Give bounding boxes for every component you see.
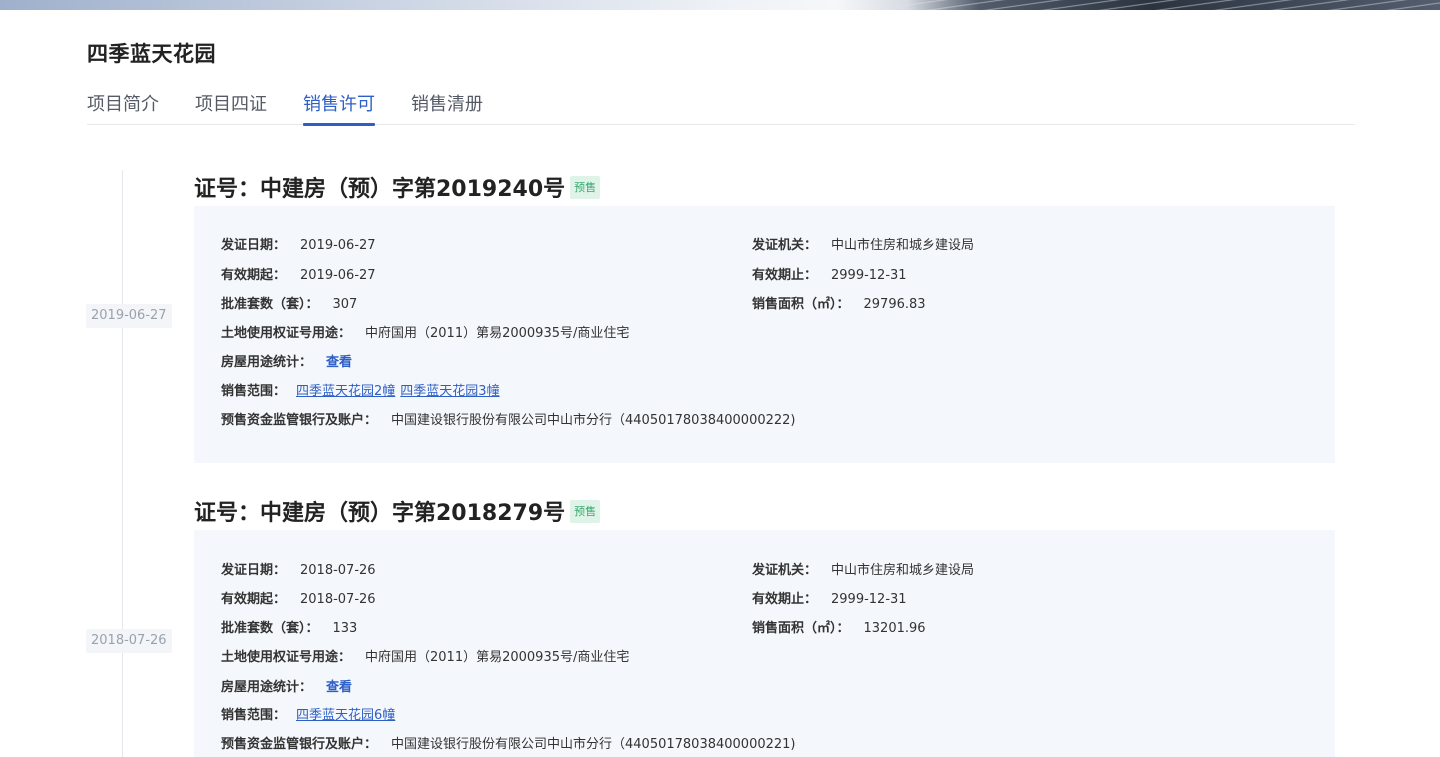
sales-scope-label: 销售范围： — [221, 384, 287, 399]
view-usage-link[interactable]: 查看 — [326, 355, 352, 370]
valid-to-label: 有效期止： — [752, 268, 818, 283]
sales-scope-row: 销售范围： 四季蓝天花园2幢 四季蓝天花园3幢 — [221, 380, 500, 399]
valid-to-value: 2999-12-31 — [831, 592, 907, 607]
bank-account-row: 预售资金监管银行及账户： 中国建设银行股份有限公司中山市分行（4405017803… — [221, 733, 796, 752]
usage-stats-label: 房屋用途统计： — [221, 680, 313, 695]
certificate-number: 证号：中建房（预）字第2018279号 — [194, 501, 566, 526]
tab-sales-list[interactable]: 销售清册 — [411, 90, 483, 125]
usage-stats-row: 房屋用途统计： 查看 — [221, 676, 352, 695]
valid-from-value: 2019-06-27 — [300, 268, 376, 283]
bank-account-row: 预售资金监管银行及账户： 中国建设银行股份有限公司中山市分行（4405017803… — [221, 409, 796, 428]
sale-area-label: 销售面积（㎡）： — [752, 297, 850, 312]
valid-from-row: 有效期起： 2018-07-26 — [221, 588, 376, 607]
approved-units-row: 批准套数（套）： 133 — [221, 617, 357, 636]
valid-from-row: 有效期起： 2019-06-27 — [221, 264, 376, 283]
bank-account-value: 中国建设银行股份有限公司中山市分行（44050178038400000221) — [391, 737, 796, 752]
authority-label: 发证机关： — [752, 563, 818, 578]
bank-account-label: 预售资金监管银行及账户： — [221, 737, 378, 752]
land-use-value: 中府国用（2011）第易2000935号/商业住宅 — [365, 650, 630, 665]
issue-date-value: 2019-06-27 — [300, 238, 376, 253]
certificate-detail-card: 发证日期： 2019-06-27 发证机关： 中山市住房和城乡建设局 有效期起： 20… — [194, 206, 1335, 463]
usage-stats-label: 房屋用途统计： — [221, 355, 313, 370]
certificate-detail-card: 发证日期： 2018-07-26 发证机关： 中山市住房和城乡建设局 有效期起： 20… — [194, 530, 1335, 757]
timeline-date: 2019-06-27 — [86, 304, 172, 328]
land-use-value: 中府国用（2011）第易2000935号/商业住宅 — [365, 326, 630, 341]
valid-to-row: 有效期止： 2999-12-31 — [752, 588, 907, 607]
authority-value: 中山市住房和城乡建设局 — [831, 238, 975, 253]
valid-from-label: 有效期起： — [221, 592, 287, 607]
certificate-header: 证号：中建房（预）字第2019240号 预售 — [194, 171, 601, 202]
tab-bar: 项目简介 项目四证 销售许可 销售清册 — [87, 88, 1355, 126]
bank-account-value: 中国建设银行股份有限公司中山市分行（44050178038400000222) — [391, 413, 796, 428]
presale-badge: 预售 — [570, 175, 601, 199]
tab-sales-permit[interactable]: 销售许可 — [303, 90, 375, 126]
presale-badge: 预售 — [570, 499, 601, 523]
authority-row: 发证机关： 中山市住房和城乡建设局 — [752, 234, 974, 253]
building-link[interactable]: 四季蓝天花园2幢 — [296, 384, 395, 399]
sale-area-value: 29796.83 — [863, 297, 926, 312]
bank-account-label: 预售资金监管银行及账户： — [221, 413, 378, 428]
valid-to-label: 有效期止： — [752, 592, 818, 607]
issue-date-row: 发证日期： 2018-07-26 — [221, 559, 376, 578]
usage-stats-row: 房屋用途统计： 查看 — [221, 351, 352, 370]
building-link[interactable]: 四季蓝天花园6幢 — [296, 708, 395, 723]
issue-date-label: 发证日期： — [221, 563, 287, 578]
valid-to-row: 有效期止： 2999-12-31 — [752, 264, 907, 283]
certificate-header: 证号：中建房（预）字第2018279号 预售 — [194, 495, 601, 526]
authority-row: 发证机关： 中山市住房和城乡建设局 — [752, 559, 974, 578]
authority-label: 发证机关： — [752, 238, 818, 253]
tab-project-intro[interactable]: 项目简介 — [87, 90, 159, 125]
land-use-label: 土地使用权证号用途： — [221, 326, 352, 341]
valid-from-value: 2018-07-26 — [300, 592, 376, 607]
approved-units-value: 133 — [332, 621, 358, 636]
certificate-number: 证号：中建房（预）字第2019240号 — [194, 177, 566, 202]
land-use-row: 土地使用权证号用途： 中府国用（2011）第易2000935号/商业住宅 — [221, 322, 629, 341]
issue-date-label: 发证日期： — [221, 238, 287, 253]
approved-units-label: 批准套数（套）： — [221, 621, 319, 636]
authority-value: 中山市住房和城乡建设局 — [831, 563, 975, 578]
sale-area-row: 销售面积（㎡）： 29796.83 — [752, 293, 926, 312]
view-usage-link[interactable]: 查看 — [326, 680, 352, 695]
header-banner-image — [0, 0, 1440, 10]
sale-area-label: 销售面积（㎡）： — [752, 621, 850, 636]
issue-date-value: 2018-07-26 — [300, 563, 376, 578]
sale-area-value: 13201.96 — [863, 621, 926, 636]
issue-date-row: 发证日期： 2019-06-27 — [221, 234, 376, 253]
sale-area-row: 销售面积（㎡）： 13201.96 — [752, 617, 926, 636]
approved-units-value: 307 — [332, 297, 358, 312]
valid-from-label: 有效期起： — [221, 268, 287, 283]
land-use-row: 土地使用权证号用途： 中府国用（2011）第易2000935号/商业住宅 — [221, 646, 629, 665]
project-title: 四季蓝天花园 — [87, 42, 216, 66]
valid-to-value: 2999-12-31 — [831, 268, 907, 283]
sales-scope-row: 销售范围： 四季蓝天花园6幢 — [221, 704, 395, 723]
building-link[interactable]: 四季蓝天花园3幢 — [400, 384, 499, 399]
land-use-label: 土地使用权证号用途： — [221, 650, 352, 665]
timeline-date: 2018-07-26 — [86, 629, 172, 653]
sales-scope-label: 销售范围： — [221, 708, 287, 723]
banner-decoration — [880, 0, 1440, 10]
tab-project-certificates[interactable]: 项目四证 — [195, 90, 267, 125]
approved-units-row: 批准套数（套）： 307 — [221, 293, 357, 312]
approved-units-label: 批准套数（套）： — [221, 297, 319, 312]
timeline-line — [122, 458, 123, 757]
